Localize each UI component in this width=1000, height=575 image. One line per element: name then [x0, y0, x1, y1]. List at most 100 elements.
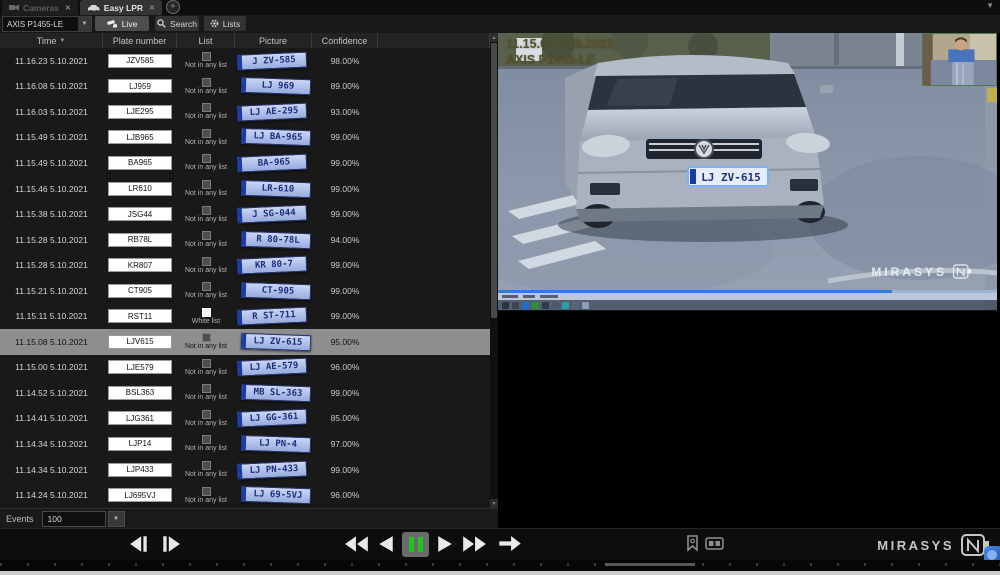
row-plate-number[interactable]: CT905 [108, 284, 172, 298]
list-checkbox[interactable] [202, 206, 211, 215]
list-checkbox[interactable] [202, 103, 211, 112]
list-checkbox[interactable] [202, 435, 211, 444]
row-plate-number[interactable]: LJ959 [108, 79, 172, 93]
row-plate-number[interactable]: RB78L [108, 233, 172, 247]
list-checkbox[interactable] [202, 487, 211, 496]
table-row[interactable]: 11.16.03 5.10.2021 LJE295 Not in any lis… [0, 99, 490, 125]
row-plate-number[interactable]: LJP433 [108, 463, 172, 477]
table-row[interactable]: 11.14.52 5.10.2021 BSL363 Not in any lis… [0, 380, 490, 406]
list-checkbox[interactable] [202, 410, 211, 419]
prev-event-button[interactable] [128, 535, 150, 553]
row-plate-picture[interactable]: LJ AE-579 [236, 358, 307, 377]
list-checkbox[interactable] [202, 282, 211, 291]
list-checkbox[interactable] [202, 231, 211, 240]
events-select-caret-icon[interactable]: ▼ [108, 511, 125, 527]
table-row[interactable]: 11.15.38 5.10.2021 JSG44 Not in any list… [0, 201, 490, 227]
row-plate-picture[interactable]: LJ GG-361 [236, 409, 307, 428]
row-plate-picture[interactable]: LJ 969 [240, 77, 311, 95]
row-plate-number[interactable]: LJ695VJ [108, 488, 172, 502]
menu-collapse-icon[interactable]: ▼ [986, 1, 994, 10]
row-plate-picture[interactable]: KR 80-7 [236, 256, 307, 275]
pause-button[interactable] [402, 532, 429, 557]
row-plate-number[interactable]: LJP14 [108, 437, 172, 451]
table-row[interactable]: 11.14.34 5.10.2021 LJP14 Not in any list… [0, 431, 490, 457]
list-checkbox[interactable] [202, 308, 211, 317]
row-plate-picture[interactable]: LJ ZV-615 [240, 333, 311, 351]
row-plate-number[interactable]: LR610 [108, 182, 172, 196]
row-plate-number[interactable]: JZV585 [108, 54, 172, 68]
header-confidence[interactable]: Confidence [312, 33, 378, 48]
table-row[interactable]: 11.16.23 5.10.2021 JZV585 Not in any lis… [0, 48, 490, 74]
inset-thumbnail[interactable] [922, 33, 997, 86]
events-count-select[interactable]: 100 [42, 511, 106, 527]
list-checkbox[interactable] [202, 359, 211, 368]
play-button[interactable] [437, 535, 453, 553]
tab-easy-lpr[interactable]: Easy LPR ✕ [80, 0, 162, 15]
play-backward-button[interactable] [378, 535, 394, 553]
video-feed[interactable]: LJ ZV-615 11.15.07 5.10.2021 AXIS P1455-… [498, 33, 997, 311]
row-plate-picture[interactable]: CT-905 [240, 282, 311, 300]
row-plate-picture[interactable]: R ST-711 [236, 307, 307, 326]
row-plate-number[interactable]: RST11 [108, 309, 172, 323]
table-row[interactable]: 11.15.28 5.10.2021 KR807 Not in any list… [0, 252, 490, 278]
table-row[interactable]: 11.16.08 5.10.2021 LJ959 Not in any list… [0, 74, 490, 100]
table-row[interactable]: 11.15.21 5.10.2021 CT905 Not in any list… [0, 278, 490, 304]
table-row[interactable]: 11.15.28 5.10.2021 RB78L Not in any list… [0, 227, 490, 253]
table-row[interactable]: 11.15.49 5.10.2021 BA965 Not in any list… [0, 150, 490, 176]
row-plate-number[interactable]: KR807 [108, 258, 172, 272]
header-time[interactable]: Time▼ [0, 33, 103, 48]
add-tab-button[interactable]: + [166, 0, 180, 14]
table-row[interactable]: 11.14.34 5.10.2021 LJP433 Not in any lis… [0, 457, 490, 483]
row-plate-number[interactable]: BSL363 [108, 386, 172, 400]
row-plate-picture[interactable]: LJ AE-295 [236, 102, 307, 121]
row-plate-number[interactable]: LJB965 [108, 130, 172, 144]
list-checkbox[interactable] [202, 257, 211, 266]
table-row[interactable]: 11.14.24 5.10.2021 LJ695VJ Not in any li… [0, 482, 490, 508]
camera-select[interactable]: AXIS P1455-LE ▼ [2, 16, 92, 32]
table-scrollbar[interactable]: ▲ ▼ [490, 33, 498, 508]
row-plate-picture[interactable]: LR-610 [240, 179, 311, 197]
row-plate-number[interactable]: LJV615 [108, 335, 172, 349]
dual-view-button[interactable] [705, 537, 724, 550]
video-icon-row[interactable] [498, 300, 997, 310]
list-checkbox[interactable] [202, 52, 211, 61]
list-checkbox[interactable] [202, 129, 211, 138]
scrollbar-thumb[interactable] [491, 43, 497, 318]
row-plate-picture[interactable]: LJ PN-4 [240, 435, 311, 453]
tab-close-icon[interactable]: ✕ [149, 4, 155, 12]
table-row[interactable]: 11.15.49 5.10.2021 LJB965 Not in any lis… [0, 125, 490, 151]
next-event-button[interactable] [160, 535, 182, 553]
list-checkbox[interactable] [202, 180, 211, 189]
list-checkbox[interactable] [202, 384, 211, 393]
row-plate-picture[interactable]: J SG-044 [236, 205, 307, 224]
scroll-up-icon[interactable]: ▲ [490, 33, 498, 42]
list-checkbox[interactable] [202, 154, 211, 163]
row-plate-picture[interactable]: LJ 69-5VJ [240, 486, 311, 504]
table-row[interactable]: 11.15.08 5.10.2021 LJV615 Not in any lis… [0, 329, 490, 355]
row-plate-number[interactable]: LJE295 [108, 105, 172, 119]
table-row[interactable]: 11.15.11 5.10.2021 RST11 White list R ST… [0, 303, 490, 329]
table-row[interactable]: 11.15.46 5.10.2021 LR610 Not in any list… [0, 176, 490, 202]
header-plate-number[interactable]: Plate number [103, 33, 177, 48]
timeline-strip[interactable] [0, 560, 1000, 571]
row-plate-number[interactable]: BA965 [108, 156, 172, 170]
list-checkbox[interactable] [202, 78, 211, 87]
header-list[interactable]: List [177, 33, 235, 48]
row-plate-number[interactable]: LJG361 [108, 411, 172, 425]
jump-to-end-button[interactable] [498, 536, 522, 551]
live-button[interactable]: Live [95, 16, 149, 31]
fast-forward-button[interactable] [461, 535, 487, 553]
row-plate-picture[interactable]: LJ BA-965 [240, 128, 311, 146]
row-plate-picture[interactable]: MB SL-363 [240, 384, 311, 402]
table-row[interactable]: 11.15.00 5.10.2021 LJE579 Not in any lis… [0, 355, 490, 381]
rewind-button[interactable] [344, 535, 370, 553]
row-plate-number[interactable]: LJE579 [108, 360, 172, 374]
camera-select-caret-icon[interactable]: ▼ [78, 17, 91, 31]
search-button[interactable]: Search [155, 16, 199, 31]
list-checkbox[interactable] [202, 333, 211, 342]
tab-cameras[interactable]: Cameras ✕ [2, 0, 78, 15]
header-picture[interactable]: Picture [235, 33, 312, 48]
table-row[interactable]: 11.14.41 5.10.2021 LJG361 Not in any lis… [0, 406, 490, 432]
row-plate-picture[interactable]: J ZV-585 [236, 51, 307, 70]
video-toolbar[interactable] [498, 290, 997, 310]
